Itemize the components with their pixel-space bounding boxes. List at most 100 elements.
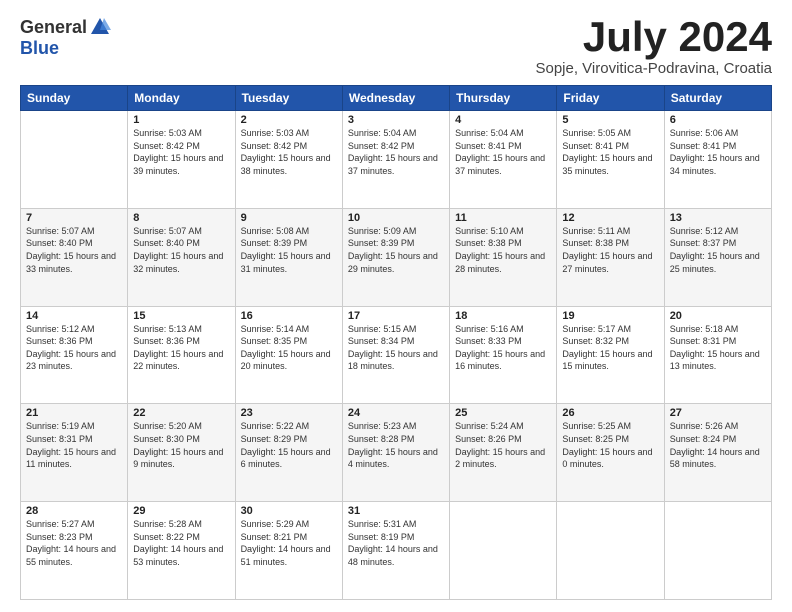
table-row: 20Sunrise: 5:18 AMSunset: 8:31 PMDayligh… (664, 306, 771, 404)
day-info: Sunrise: 5:24 AMSunset: 8:26 PMDaylight:… (455, 420, 551, 470)
table-row: 25Sunrise: 5:24 AMSunset: 8:26 PMDayligh… (450, 404, 557, 502)
col-tuesday: Tuesday (235, 86, 342, 111)
table-row: 15Sunrise: 5:13 AMSunset: 8:36 PMDayligh… (128, 306, 235, 404)
day-number: 25 (455, 407, 551, 419)
day-number: 1 (133, 114, 229, 126)
table-row: 29Sunrise: 5:28 AMSunset: 8:22 PMDayligh… (128, 502, 235, 600)
day-info: Sunrise: 5:09 AMSunset: 8:39 PMDaylight:… (348, 225, 444, 275)
day-number: 28 (26, 505, 122, 517)
table-row: 26Sunrise: 5:25 AMSunset: 8:25 PMDayligh… (557, 404, 664, 502)
day-info: Sunrise: 5:23 AMSunset: 8:28 PMDaylight:… (348, 420, 444, 470)
day-info: Sunrise: 5:25 AMSunset: 8:25 PMDaylight:… (562, 420, 658, 470)
day-info: Sunrise: 5:07 AMSunset: 8:40 PMDaylight:… (133, 225, 229, 275)
table-row: 9Sunrise: 5:08 AMSunset: 8:39 PMDaylight… (235, 208, 342, 306)
day-number: 22 (133, 407, 229, 419)
calendar-table: Sunday Monday Tuesday Wednesday Thursday… (20, 85, 772, 600)
table-row: 10Sunrise: 5:09 AMSunset: 8:39 PMDayligh… (342, 208, 449, 306)
month-title: July 2024 (535, 16, 772, 58)
day-info: Sunrise: 5:31 AMSunset: 8:19 PMDaylight:… (348, 518, 444, 568)
day-number: 6 (670, 114, 766, 126)
calendar-week-row: 7Sunrise: 5:07 AMSunset: 8:40 PMDaylight… (21, 208, 772, 306)
day-number: 10 (348, 212, 444, 224)
day-number: 15 (133, 310, 229, 322)
day-info: Sunrise: 5:12 AMSunset: 8:37 PMDaylight:… (670, 225, 766, 275)
day-info: Sunrise: 5:28 AMSunset: 8:22 PMDaylight:… (133, 518, 229, 568)
logo: General Blue (20, 16, 111, 59)
day-info: Sunrise: 5:03 AMSunset: 8:42 PMDaylight:… (241, 127, 337, 177)
day-number: 29 (133, 505, 229, 517)
day-info: Sunrise: 5:07 AMSunset: 8:40 PMDaylight:… (26, 225, 122, 275)
table-row: 21Sunrise: 5:19 AMSunset: 8:31 PMDayligh… (21, 404, 128, 502)
day-info: Sunrise: 5:10 AMSunset: 8:38 PMDaylight:… (455, 225, 551, 275)
day-number: 24 (348, 407, 444, 419)
table-row: 14Sunrise: 5:12 AMSunset: 8:36 PMDayligh… (21, 306, 128, 404)
calendar-week-row: 1Sunrise: 5:03 AMSunset: 8:42 PMDaylight… (21, 111, 772, 209)
col-saturday: Saturday (664, 86, 771, 111)
logo-blue-text: Blue (20, 38, 59, 58)
day-info: Sunrise: 5:16 AMSunset: 8:33 PMDaylight:… (455, 323, 551, 373)
day-info: Sunrise: 5:11 AMSunset: 8:38 PMDaylight:… (562, 225, 658, 275)
table-row: 17Sunrise: 5:15 AMSunset: 8:34 PMDayligh… (342, 306, 449, 404)
day-number: 23 (241, 407, 337, 419)
day-number: 27 (670, 407, 766, 419)
location-title: Sopje, Virovitica-Podravina, Croatia (535, 60, 772, 77)
day-number: 19 (562, 310, 658, 322)
calendar-header-row: Sunday Monday Tuesday Wednesday Thursday… (21, 86, 772, 111)
day-number: 5 (562, 114, 658, 126)
day-number: 21 (26, 407, 122, 419)
day-number: 31 (348, 505, 444, 517)
table-row: 22Sunrise: 5:20 AMSunset: 8:30 PMDayligh… (128, 404, 235, 502)
logo-icon (89, 16, 111, 38)
day-info: Sunrise: 5:29 AMSunset: 8:21 PMDaylight:… (241, 518, 337, 568)
table-row: 7Sunrise: 5:07 AMSunset: 8:40 PMDaylight… (21, 208, 128, 306)
day-number: 2 (241, 114, 337, 126)
day-number: 9 (241, 212, 337, 224)
table-row: 12Sunrise: 5:11 AMSunset: 8:38 PMDayligh… (557, 208, 664, 306)
day-number: 7 (26, 212, 122, 224)
day-info: Sunrise: 5:22 AMSunset: 8:29 PMDaylight:… (241, 420, 337, 470)
calendar-week-row: 28Sunrise: 5:27 AMSunset: 8:23 PMDayligh… (21, 502, 772, 600)
day-number: 14 (26, 310, 122, 322)
table-row: 19Sunrise: 5:17 AMSunset: 8:32 PMDayligh… (557, 306, 664, 404)
table-row (21, 111, 128, 209)
table-row: 18Sunrise: 5:16 AMSunset: 8:33 PMDayligh… (450, 306, 557, 404)
day-number: 8 (133, 212, 229, 224)
table-row: 16Sunrise: 5:14 AMSunset: 8:35 PMDayligh… (235, 306, 342, 404)
day-info: Sunrise: 5:14 AMSunset: 8:35 PMDaylight:… (241, 323, 337, 373)
day-info: Sunrise: 5:20 AMSunset: 8:30 PMDaylight:… (133, 420, 229, 470)
table-row: 1Sunrise: 5:03 AMSunset: 8:42 PMDaylight… (128, 111, 235, 209)
table-row: 13Sunrise: 5:12 AMSunset: 8:37 PMDayligh… (664, 208, 771, 306)
table-row (557, 502, 664, 600)
day-number: 20 (670, 310, 766, 322)
logo-general-text: General (20, 17, 87, 38)
table-row: 5Sunrise: 5:05 AMSunset: 8:41 PMDaylight… (557, 111, 664, 209)
table-row: 24Sunrise: 5:23 AMSunset: 8:28 PMDayligh… (342, 404, 449, 502)
calendar-week-row: 14Sunrise: 5:12 AMSunset: 8:36 PMDayligh… (21, 306, 772, 404)
col-monday: Monday (128, 86, 235, 111)
day-number: 11 (455, 212, 551, 224)
day-number: 3 (348, 114, 444, 126)
day-info: Sunrise: 5:06 AMSunset: 8:41 PMDaylight:… (670, 127, 766, 177)
page: General Blue July 2024 Sopje, Virovitica… (0, 0, 792, 612)
header: General Blue July 2024 Sopje, Virovitica… (20, 16, 772, 77)
day-info: Sunrise: 5:26 AMSunset: 8:24 PMDaylight:… (670, 420, 766, 470)
day-info: Sunrise: 5:04 AMSunset: 8:42 PMDaylight:… (348, 127, 444, 177)
table-row: 11Sunrise: 5:10 AMSunset: 8:38 PMDayligh… (450, 208, 557, 306)
day-number: 26 (562, 407, 658, 419)
table-row (450, 502, 557, 600)
day-info: Sunrise: 5:27 AMSunset: 8:23 PMDaylight:… (26, 518, 122, 568)
day-info: Sunrise: 5:03 AMSunset: 8:42 PMDaylight:… (133, 127, 229, 177)
table-row: 2Sunrise: 5:03 AMSunset: 8:42 PMDaylight… (235, 111, 342, 209)
day-number: 30 (241, 505, 337, 517)
table-row (664, 502, 771, 600)
day-info: Sunrise: 5:18 AMSunset: 8:31 PMDaylight:… (670, 323, 766, 373)
col-thursday: Thursday (450, 86, 557, 111)
day-info: Sunrise: 5:08 AMSunset: 8:39 PMDaylight:… (241, 225, 337, 275)
day-info: Sunrise: 5:13 AMSunset: 8:36 PMDaylight:… (133, 323, 229, 373)
day-number: 4 (455, 114, 551, 126)
table-row: 8Sunrise: 5:07 AMSunset: 8:40 PMDaylight… (128, 208, 235, 306)
table-row: 3Sunrise: 5:04 AMSunset: 8:42 PMDaylight… (342, 111, 449, 209)
day-info: Sunrise: 5:04 AMSunset: 8:41 PMDaylight:… (455, 127, 551, 177)
col-sunday: Sunday (21, 86, 128, 111)
table-row: 28Sunrise: 5:27 AMSunset: 8:23 PMDayligh… (21, 502, 128, 600)
